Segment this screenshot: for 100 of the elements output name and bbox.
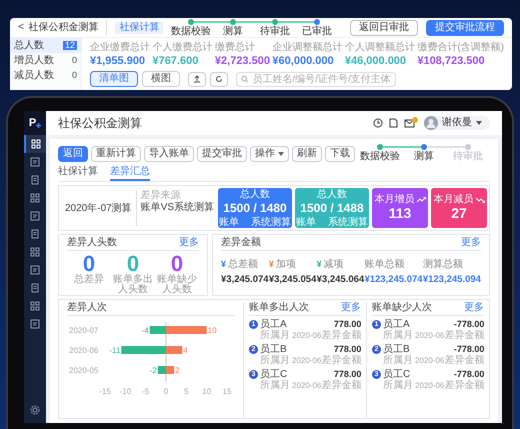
nav-icon — [31, 139, 41, 149]
stat-label: 个人调整额总计 — [344, 42, 415, 54]
stat-value: ¥60,000.000 — [272, 54, 335, 68]
stat-label: 企业调整额总计 — [272, 42, 342, 54]
month-label: 所属月 — [260, 355, 290, 366]
nav-icon — [30, 229, 40, 239]
step-label: 待审批 — [260, 26, 290, 38]
refresh-button[interactable] — [210, 72, 228, 86]
card-sublabel: 系统测算 — [328, 216, 368, 228]
count-badge: 12 — [62, 41, 77, 50]
category-label: 2020-07 — [69, 326, 98, 335]
headcount-label: 总差异 — [74, 275, 104, 285]
headcount-value: 0 — [82, 253, 96, 275]
source-label: 差异来源 — [140, 190, 182, 202]
stat-label: 缴费合计(含调整额) — [417, 42, 504, 54]
toolbar-button[interactable]: 下载 — [325, 146, 355, 162]
toolbar-button[interactable]: 操作 — [250, 146, 289, 162]
more-link[interactable]: 更多 — [341, 302, 361, 314]
amount-label: 差异金额 — [444, 355, 484, 366]
month-value: 2020-06 — [292, 330, 322, 341]
toolbar-button[interactable]: 重新计算 — [91, 146, 141, 162]
stat-label: 个人缴费总计 — [152, 42, 212, 54]
nav-icon — [30, 175, 40, 185]
nav-item[interactable] — [24, 135, 46, 153]
nav-icon — [30, 157, 40, 167]
step-label: 待审批 — [453, 151, 483, 163]
amount-label: 差异金额 — [321, 380, 362, 391]
card-sublabel: 账单 — [296, 216, 316, 228]
step-label: 数据校验 — [171, 26, 211, 38]
nav-icon — [30, 265, 40, 275]
category-label: 2020-05 — [69, 366, 98, 375]
month-value: 2020-06 — [415, 380, 444, 391]
card-title: 本月增员 — [374, 194, 414, 205]
search-icon — [241, 75, 248, 83]
amount-label: 测算总额 — [422, 259, 463, 270]
stat-value: ¥46,000.000 — [344, 54, 408, 68]
toolbar-button[interactable]: 返回 — [58, 146, 88, 162]
tab[interactable]: 社保计算 — [58, 166, 98, 181]
tick-label: 10 — [202, 387, 212, 396]
toolbar-button[interactable]: 刷新 — [292, 146, 322, 162]
settings-icon — [30, 405, 40, 415]
category-label: 2020-06 — [69, 346, 98, 355]
month-label: 所属月 — [260, 380, 290, 391]
tick-label: 0 — [164, 387, 168, 396]
month-value: 2020-06 — [415, 330, 444, 341]
search-field[interactable]: 员工姓名/编号/证件号/支付主体 — [236, 72, 396, 86]
nav-icon — [30, 247, 40, 257]
trend-down-icon — [476, 196, 484, 202]
stat-value: ¥767.600 — [152, 54, 200, 68]
card-value: 1500 / 1480 — [223, 200, 287, 216]
more-link[interactable]: 更多 — [464, 302, 484, 314]
stat-label: 缴费总计 — [214, 42, 256, 54]
mail-icon — [404, 117, 418, 129]
card-value: 27 — [451, 205, 467, 222]
amount-label: 减项 — [324, 259, 344, 270]
yen-icon: ¥ — [268, 260, 274, 269]
month-label: 所属月 — [260, 330, 290, 341]
period-label: 2020年-07测算 — [64, 202, 133, 216]
toolbar-button[interactable]: 导入账单 — [144, 146, 194, 162]
header-button[interactable]: 返回日审批 — [350, 20, 418, 36]
more-link[interactable]: 更多 — [179, 237, 199, 249]
sidebar-item[interactable]: 减员人数 0 — [10, 68, 81, 83]
more-link[interactable]: 更多 — [461, 237, 481, 249]
yen-icon: ¥ — [316, 260, 322, 269]
avatar-icon — [424, 116, 438, 130]
employee-name: 员工C — [260, 369, 288, 380]
toolbar-button[interactable]: 提交审批 — [197, 146, 247, 162]
tab[interactable]: 差异汇总 — [110, 166, 150, 181]
header-button[interactable]: 提交审批流程 — [426, 20, 504, 36]
nav-icon — [30, 211, 40, 221]
user-menu[interactable]: 谢依曼 — [424, 116, 490, 130]
back-button[interactable]: < — [18, 19, 24, 36]
document-icon — [389, 118, 398, 128]
month-value: 2020-06 — [292, 380, 322, 391]
employee-name: 员工B — [260, 344, 288, 355]
count-label: 0 — [72, 56, 77, 65]
window-title: 社保公积金测算 — [28, 20, 108, 35]
amount-label: 差异金额 — [444, 380, 484, 391]
sidebar-item[interactable]: 增员人数 0 — [10, 53, 81, 68]
tick-label: -5 — [142, 387, 150, 396]
nav-icon — [30, 319, 40, 329]
upload-button[interactable] — [188, 72, 206, 86]
nav-icon — [30, 301, 40, 311]
month-value: 2020-06 — [292, 355, 322, 366]
amount-value: ¥3,245.054 — [268, 274, 316, 286]
card-value: 1500 / 1488 — [300, 200, 364, 216]
view-toggle[interactable]: 清单图 — [90, 71, 138, 87]
sidebar-item[interactable]: 总人数 12 — [10, 38, 81, 53]
data-label: 4 — [183, 346, 188, 355]
amount-value: 778.00 — [334, 344, 362, 354]
view-toggle[interactable]: 横图 — [142, 71, 180, 87]
month-value: 2020-06 — [415, 355, 444, 366]
amount-value: ¥123,245.094 — [422, 274, 481, 286]
employee-name: 员工A — [260, 319, 288, 330]
amount-value: ¥123,245.074 — [364, 274, 423, 286]
step-label: 数据校验 — [360, 151, 400, 163]
headcount-label: 账单多出人头数 — [112, 275, 154, 295]
step-label: 已审批 — [302, 26, 332, 38]
employee-name: 员工B — [383, 344, 411, 355]
tick-label: 15 — [222, 387, 232, 396]
